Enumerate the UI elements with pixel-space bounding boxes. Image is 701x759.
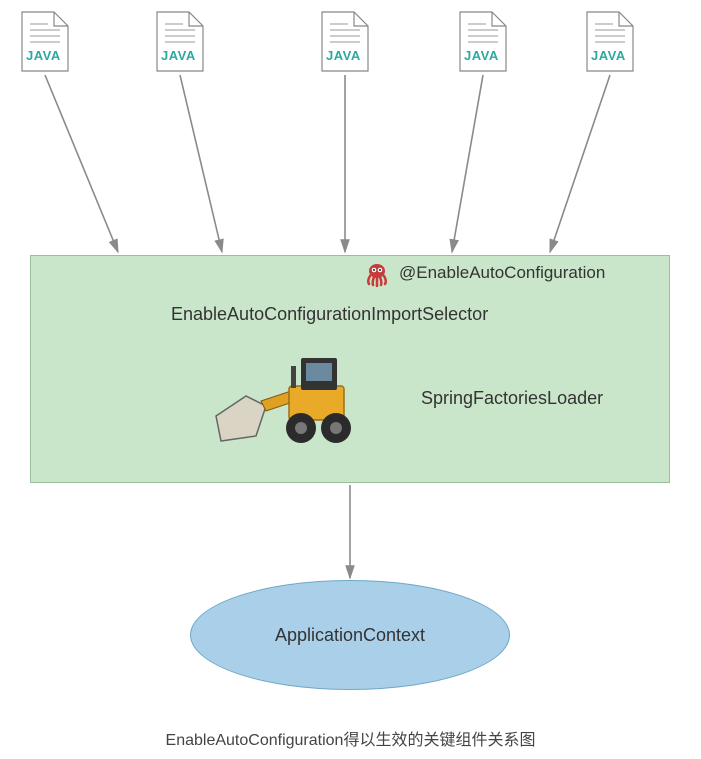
application-context-ellipse: ApplicationContext [190,580,510,690]
java-file-3: JAVA [320,10,370,73]
java-file-label: JAVA [464,48,499,63]
java-file-4: JAVA [458,10,508,73]
java-file-5: JAVA [585,10,635,73]
enable-auto-configuration-annotation: @EnableAutoConfiguration [399,263,605,283]
arrow-file-5 [550,75,610,252]
arrow-file-1 [45,75,118,252]
java-file-label: JAVA [591,48,626,63]
java-file-label: JAVA [161,48,196,63]
import-selector-label: EnableAutoConfigurationImportSelector [171,304,488,325]
java-file-label: JAVA [326,48,361,63]
arrow-file-2 [180,75,222,252]
bulldozer-icon [211,346,371,456]
enable-auto-configuration-box: @EnableAutoConfiguration EnableAutoConfi… [30,255,670,483]
application-context-label: ApplicationContext [275,625,425,646]
spring-factories-loader-label: SpringFactoriesLoader [421,388,603,409]
arrow-file-4 [452,75,483,252]
octopus-icon [364,261,390,287]
diagram-caption: EnableAutoConfiguration得以生效的关键组件关系图 [0,726,701,750]
java-file-1: JAVA [20,10,70,73]
java-file-2: JAVA [155,10,205,73]
java-file-label: JAVA [26,48,61,63]
